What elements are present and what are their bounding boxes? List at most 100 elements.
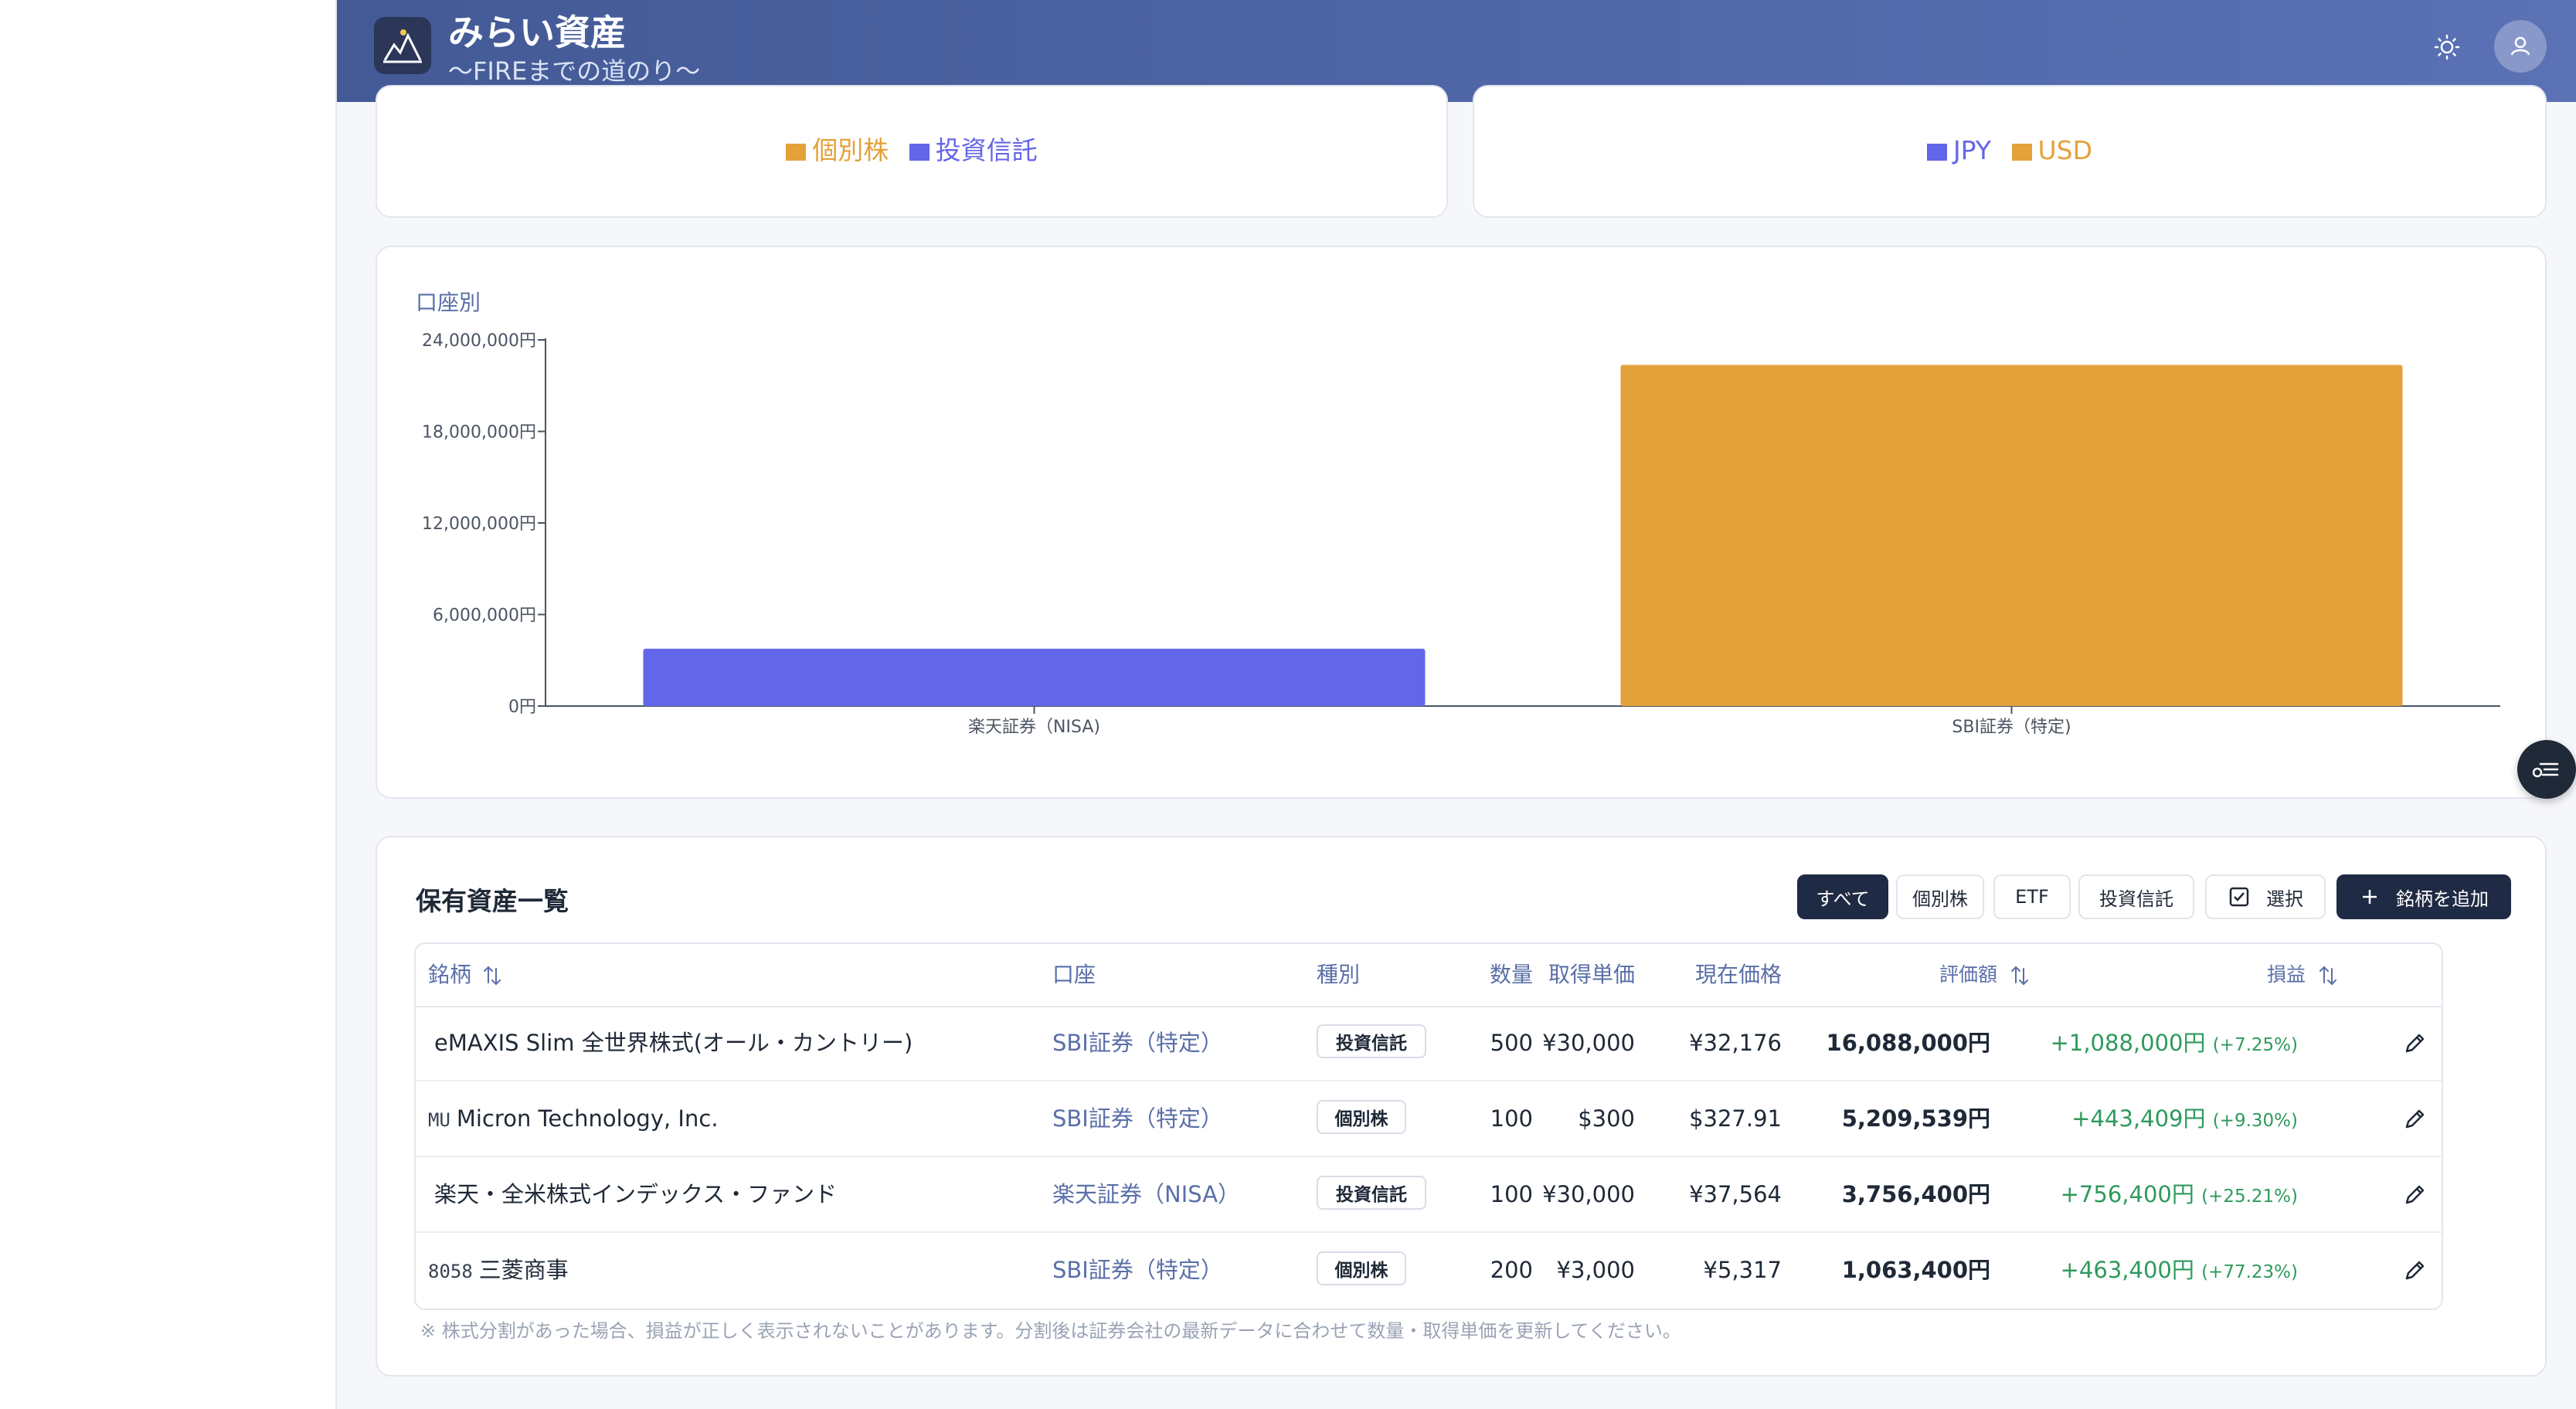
edit-button[interactable] [2398,1253,2432,1287]
holdings-table: 銘柄 口座 種別 数量 取得単価 現在価格 評価額 損益 eMAXIS Slim… [414,942,2443,1310]
type-badge-label: 投資信託 [1336,1034,1407,1054]
column-pl-label: 損益 [2267,963,2306,986]
edit-button[interactable] [2398,1102,2432,1136]
holding-name: Micron Technology, Inc. [456,1105,719,1132]
pl-percent: (+25.21%) [2201,1187,2298,1207]
holding-name: eMAXIS Slim 全世界株式(オール・カントリー) [434,1030,913,1056]
y-tick-label: 6,000,000円 [433,606,536,626]
select-button[interactable]: 選択 [2205,874,2326,919]
x-tick-label: 楽天証券（NISA) [968,718,1100,737]
column-name-label: 銘柄 [428,962,472,987]
value-cell: 5,209,539円 [1841,1105,1990,1132]
pl-percent: (+77.23%) [2201,1262,2298,1282]
column-header-value[interactable]: 評価額 [1939,959,2031,990]
type-badge: 個別株 [1317,1251,1406,1285]
column-value-label: 評価額 [1939,963,1998,986]
qty-cell: 100 [1490,1181,1533,1207]
column-header-pl[interactable]: 損益 [2267,959,2340,990]
price-cell: $327.91 [1689,1105,1782,1132]
value-cell: 3,756,400円 [1841,1181,1990,1207]
app-subtitle: 〜FIREまでの道のり〜 [448,56,701,86]
account-chart-card: 口座別 0円 6,000,000円 12,000,000円 18,000,000円 24… [376,246,2547,799]
cost-cell: ¥30,000 [1542,1181,1635,1207]
pencil-icon [2405,1109,2425,1129]
qty-cell: 100 [1490,1105,1533,1132]
price-cell: ¥37,564 [1689,1181,1782,1207]
pl-cell: +1,088,000円 (+7.25%) [2051,1026,2298,1062]
select-label: 選択 [2266,888,2303,910]
filter-etf-label: ETF [2015,886,2049,908]
user-menu-button[interactable] [2494,20,2547,73]
type-chart-card: 個別株 投資信託 [376,85,1448,218]
pencil-icon [2405,1261,2425,1280]
pl-amount: +756,400円 [2060,1181,2194,1207]
holdings-card: 保有資産一覧 すべて 個別株 ETF 投資信託 選択 銘柄を追加 銘柄 口座 種… [376,836,2547,1377]
pl-amount: +1,088,000円 [2050,1030,2206,1056]
qty-cell: 500 [1490,1030,1533,1056]
price-cell: ¥5,317 [1703,1257,1782,1283]
y-tick-label: 0円 [508,698,536,717]
edit-button[interactable] [2398,1026,2432,1060]
account-cell: 楽天証券（NISA） [1052,1181,1241,1207]
add-holding-button[interactable]: 銘柄を追加 [2336,874,2511,919]
legend-swatch [786,143,807,161]
column-header-cost: 取得単価 [1548,962,1635,987]
price-cell: ¥32,176 [1689,1030,1782,1056]
plus-icon [2363,890,2377,904]
filter-all-button[interactable]: すべて [1797,874,1888,919]
split-note: ※ 株式分割があった場合、損益が正しく表示されないことがあります。分割後は証券会… [420,1320,1681,1342]
column-header-account: 口座 [1052,962,1096,987]
edit-button[interactable] [2398,1177,2432,1211]
type-badge: 個別株 [1317,1100,1406,1134]
column-header-type: 種別 [1317,962,1361,987]
holdings-title: 保有資産一覧 [416,886,569,916]
cost-cell: ¥3,000 [1556,1257,1635,1283]
legend-item: 投資信託 [909,133,1038,168]
legend-label: USD [2037,135,2093,165]
currency-chart-card: JPY USD [1473,85,2547,218]
pl-amount: +443,409円 [2071,1105,2206,1132]
filter-fund-button[interactable]: 投資信託 [2078,874,2194,919]
column-header-name[interactable]: 銘柄 [428,959,504,990]
bar [1620,365,2403,706]
x-tick-label: SBI証券（特定) [1952,718,2071,737]
toggle-list-icon [2532,762,2559,778]
table-row: 8058 三菱商事 SBI証券（特定） 個別株 200 ¥3,000 ¥5,317… [416,1233,2442,1307]
sort-icon [484,966,501,986]
filter-stock-button[interactable]: 個別株 [1896,874,1984,919]
theme-toggle-button[interactable] [2420,20,2474,74]
legend-label: JPY [1952,135,1992,165]
type-badge: 投資信託 [1317,1024,1426,1058]
pencil-icon [2405,1034,2425,1053]
sort-icon [2011,966,2029,986]
account-cell: SBI証券（特定） [1052,1105,1223,1132]
currency-legend: JPY USD [1474,133,2545,168]
account-bar-chart: 0円 6,000,000円 12,000,000円 18,000,000円 24,000… [422,331,2500,737]
pl-cell: +443,409円 (+9.30%) [2071,1102,2298,1138]
column-header-qty: 数量 [1489,962,1533,987]
legend-item: USD [2011,133,2093,168]
pencil-icon [2405,1185,2425,1204]
account-cell: SBI証券（特定） [1052,1030,1223,1056]
bar [643,648,1426,706]
pl-amount: +463,400円 [2060,1257,2194,1283]
column-header-price: 現在価格 [1694,962,1782,987]
y-tick-label: 24,000,000円 [422,331,536,351]
floating-action-button[interactable] [2517,740,2576,799]
table-row: 楽天・全米株式インデックス・ファンド 楽天証券（NISA） 投資信託 100 ¥… [416,1157,2442,1233]
type-badge-label: 個別株 [1334,1109,1388,1129]
filter-etf-button[interactable]: ETF [1993,874,2071,919]
table-row: MU Micron Technology, Inc. SBI証券（特定） 個別株 … [416,1081,2442,1157]
legend-swatch [2011,143,2032,161]
pl-percent: (+9.30%) [2212,1111,2298,1131]
table-row: eMAXIS Slim 全世界株式(オール・カントリー) SBI証券（特定） 投… [416,1006,2442,1081]
ticker: 8058 [428,1261,473,1282]
holding-name-cell: eMAXIS Slim 全世界株式(オール・カントリー) [428,1026,912,1061]
legend-label: 個別株 [812,135,889,165]
type-legend: 個別株 投資信託 [377,133,1446,168]
cost-cell: $300 [1578,1105,1635,1132]
holding-name-cell: 楽天・全米株式インデックス・ファンド [428,1177,837,1213]
qty-cell: 200 [1490,1257,1533,1283]
app-title: みらい資産 [448,12,626,53]
table-header: 銘柄 口座 種別 数量 取得単価 現在価格 評価額 損益 [416,944,2442,1007]
